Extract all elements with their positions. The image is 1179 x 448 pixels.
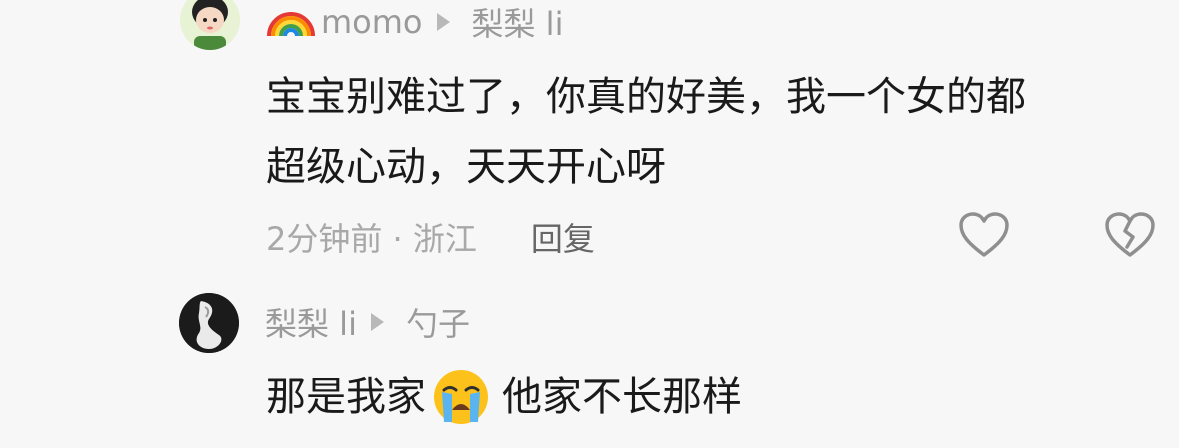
rainbow-icon xyxy=(265,0,321,46)
avatar[interactable] xyxy=(180,0,240,50)
comment-header: momo 梨梨 li xyxy=(265,0,563,44)
time-location: 2分钟前 · 浙江 xyxy=(266,220,477,258)
comment-text-segment: 他家不长那样 xyxy=(502,374,742,420)
author-name[interactable]: momo xyxy=(321,3,423,41)
reply-to-name[interactable]: 梨梨 li xyxy=(472,0,564,45)
avatar[interactable] xyxy=(179,293,239,353)
comment-text: 那是我家 他家不长那样 xyxy=(266,362,742,432)
comment-footer: 2分钟前 · 浙江 回复 xyxy=(266,210,595,264)
comment-header: 梨梨 li 勺子 xyxy=(265,300,470,344)
comment-text-line: 宝宝别难过了，你真的好美，我一个女的都 xyxy=(266,74,1026,120)
reply-to-name[interactable]: 勺子 xyxy=(406,299,470,345)
author-name[interactable]: 梨梨 li xyxy=(265,299,357,345)
broken-heart-icon[interactable] xyxy=(1104,211,1156,259)
heart-outline-icon[interactable] xyxy=(958,211,1010,259)
reply-button[interactable]: 回复 xyxy=(531,214,595,260)
comment-text: 宝宝别难过了，你真的好美，我一个女的都 超级心动，天天开心呀 xyxy=(266,62,1026,202)
loudly-crying-face-emoji-icon xyxy=(432,368,490,426)
comment-text-segment: 那是我家 xyxy=(266,374,426,420)
comment-text-line: 超级心动，天天开心呀 xyxy=(266,144,666,190)
triangle-right-icon xyxy=(370,313,384,331)
triangle-right-icon xyxy=(436,13,450,31)
